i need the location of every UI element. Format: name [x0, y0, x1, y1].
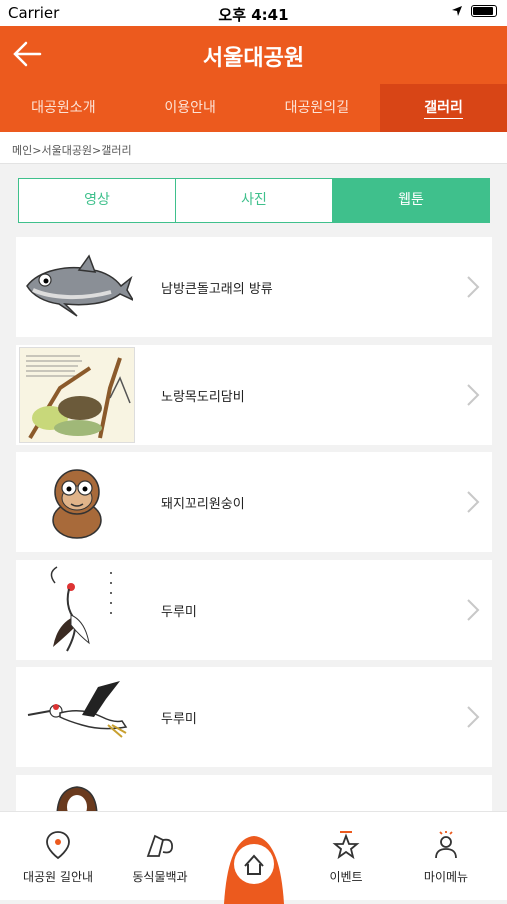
- item-title: 돼지꼬리원숭이: [161, 497, 245, 512]
- chevron-right-icon: [467, 383, 480, 406]
- tab-intro[interactable]: 대공원소개: [0, 84, 127, 132]
- segment-photo[interactable]: 사진: [176, 179, 333, 222]
- nav-encyclopedia[interactable]: 동식물백과: [110, 830, 210, 885]
- chevron-right-icon: [467, 276, 480, 298]
- webtoon-list: 남방큰돌고래의 방류 노랑목도리담비 돼지꼬리원숭이 두루미 두루미: [16, 237, 492, 882]
- map-pin-icon: [46, 831, 70, 860]
- page-title: 서울대공원: [202, 46, 305, 71]
- clock: 오후 4:41: [218, 6, 289, 24]
- flying-crane-illustration: [19, 669, 135, 765]
- item-title: 노랑목도리담비: [161, 389, 245, 405]
- media-segment-control: 영상 사진 웹툰: [18, 178, 490, 223]
- battery-icon: [471, 5, 497, 17]
- star-icon: [332, 831, 360, 860]
- nav-directions[interactable]: 대공원 길안내: [8, 830, 108, 885]
- person-icon: [435, 831, 457, 859]
- tab-gallery[interactable]: 갤러리: [380, 84, 507, 132]
- marten-illustration: [19, 346, 135, 443]
- segment-webtoon[interactable]: 웹툰: [333, 179, 489, 222]
- item-title: 두루미: [161, 604, 197, 620]
- home-button[interactable]: [224, 834, 284, 904]
- item-title: 두루미: [161, 712, 197, 727]
- chevron-right-icon: [467, 491, 480, 513]
- dolphin-illustration: [19, 239, 135, 335]
- nav-event[interactable]: 이벤트: [296, 830, 396, 885]
- encyclopedia-icon: [146, 834, 173, 857]
- list-item[interactable]: 남방큰돌고래의 방류: [16, 237, 492, 337]
- list-item[interactable]: 두루미: [16, 559, 492, 660]
- tab-road[interactable]: 대공원의길: [254, 84, 381, 132]
- location-arrow-icon: [452, 6, 462, 16]
- tab-guide[interactable]: 이용안내: [127, 84, 254, 132]
- nav-my-menu[interactable]: 마이메뉴: [396, 830, 496, 885]
- app-header: 서울대공원: [0, 26, 507, 84]
- status-icons: [451, 5, 497, 17]
- list-item[interactable]: 두루미: [16, 667, 492, 767]
- list-item[interactable]: 돼지꼬리원숭이: [16, 452, 492, 552]
- item-title: 남방큰돌고래의 방류: [161, 282, 273, 297]
- status-bar: Carrier 오후 4:41: [0, 0, 507, 26]
- bottom-nav: 대공원 길안내 동식물백과 이벤트 마이메뉴: [0, 811, 507, 904]
- monkey-illustration: [19, 454, 135, 550]
- chevron-right-icon: [467, 598, 480, 621]
- breadcrumb: 메인>서울대공원>갤러리: [0, 132, 507, 164]
- nav-label: 마이메뉴: [423, 870, 469, 884]
- crane-illustration: [19, 562, 135, 658]
- nav-label: 대공원 길안내: [22, 870, 94, 884]
- list-item[interactable]: 노랑목도리담비: [16, 344, 492, 445]
- nav-label: 이벤트: [329, 870, 363, 884]
- nav-label: 동식물백과: [132, 870, 188, 884]
- chevron-right-icon: [467, 706, 480, 728]
- top-tabs: 대공원소개 이용안내 대공원의길 갤러리: [0, 84, 507, 132]
- segment-video[interactable]: 영상: [19, 179, 176, 222]
